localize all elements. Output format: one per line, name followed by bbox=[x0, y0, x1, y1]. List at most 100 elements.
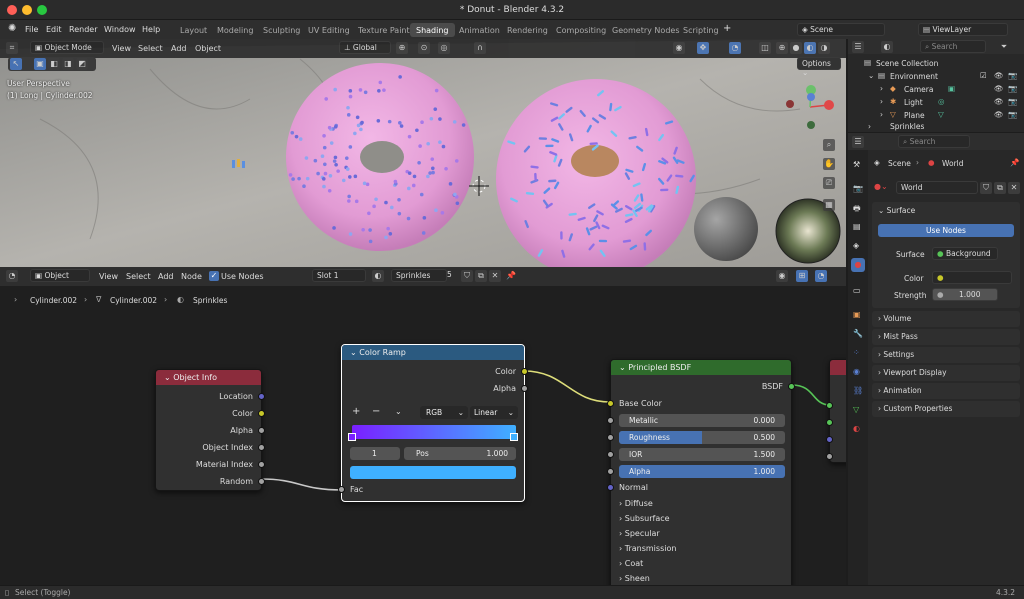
socket-surface[interactable] bbox=[826, 402, 833, 409]
blender-logo-icon[interactable]: ✺ bbox=[8, 23, 16, 34]
pivot-icon[interactable]: ⊕ bbox=[396, 42, 408, 54]
properties-editor[interactable]: ☰ ⌕ Search ⚒ 📷 🖶 ▤ ◈ ● ▭ ▣ 🔧 ⁘ ◉ ⛓ ▽ ◐ ◈… bbox=[848, 133, 1024, 585]
select-box-icon[interactable]: ↖ bbox=[10, 58, 22, 70]
panel-mist-pass[interactable]: › Mist Pass bbox=[872, 329, 1020, 345]
world-tab-icon[interactable]: ● bbox=[851, 258, 865, 272]
socket-fac[interactable] bbox=[338, 486, 345, 493]
interpolation-dropdown[interactable]: Linear ⌄ bbox=[470, 406, 518, 419]
use-nodes-checkbox[interactable]: ✓ bbox=[209, 271, 219, 281]
socket-alpha[interactable] bbox=[258, 427, 265, 434]
viewport-menu-view[interactable]: View bbox=[112, 44, 131, 53]
visibility-icon[interactable]: ◉ bbox=[673, 42, 685, 54]
tab-sculpting[interactable]: Sculpting bbox=[257, 23, 306, 37]
properties-search-input[interactable]: ⌕ Search bbox=[898, 135, 970, 148]
outliner-editor-icon[interactable]: ☰ bbox=[852, 41, 864, 53]
eye-icon[interactable]: 👁 bbox=[994, 97, 1004, 106]
outliner[interactable]: ☰ ◐ ⌕ Search ⏷ ▤ Scene Collection ⌄ ▤ Envir… bbox=[848, 39, 1024, 132]
world-unlink-icon[interactable]: ✕ bbox=[1008, 182, 1020, 194]
menu-render[interactable]: Render bbox=[69, 25, 97, 34]
fake-user-icon[interactable]: ⛉ bbox=[461, 270, 473, 282]
modifier-tab-icon[interactable]: 🔧 bbox=[853, 329, 863, 338]
object-tab-icon[interactable]: ▣ bbox=[853, 310, 861, 319]
shading-rendered-icon[interactable]: ◑ bbox=[818, 42, 830, 54]
chevron-down-icon[interactable]: ⌄ bbox=[395, 407, 402, 416]
eye-icon[interactable]: 👁 bbox=[994, 71, 1004, 80]
stop-color-swatch[interactable] bbox=[350, 466, 516, 479]
outliner-row-scene-collection[interactable]: ▤ Scene Collection bbox=[848, 57, 1024, 70]
properties-editor-icon[interactable]: ☰ bbox=[852, 136, 864, 148]
tab-geometry-nodes[interactable]: Geometry Nodes bbox=[606, 23, 685, 37]
chevron-down-icon[interactable]: ⌄ bbox=[868, 71, 874, 80]
camera-view-icon[interactable]: ⎚ bbox=[823, 177, 835, 189]
socket-volume[interactable] bbox=[826, 419, 833, 426]
socket-normal[interactable] bbox=[607, 484, 614, 491]
data-tab-icon[interactable]: ▽ bbox=[853, 405, 859, 414]
metallic-field[interactable]: Metallic 0.000 bbox=[619, 414, 785, 427]
socket-ior[interactable] bbox=[607, 451, 614, 458]
shading-wireframe-icon[interactable]: ⊕ bbox=[776, 42, 788, 54]
viewport-menu-object[interactable]: Object bbox=[195, 44, 221, 53]
ortho-grid-icon[interactable]: ▦ bbox=[823, 199, 835, 211]
tab-compositing[interactable]: Compositing bbox=[550, 23, 612, 37]
eye-icon[interactable]: 👁 bbox=[994, 84, 1004, 93]
socket-thickness[interactable] bbox=[826, 453, 833, 460]
view-layer-tab-icon[interactable]: ▤ bbox=[853, 222, 861, 231]
camera-render-icon[interactable]: 📷 bbox=[1008, 71, 1017, 80]
alpha-field[interactable]: Alpha 1.000 bbox=[619, 465, 785, 478]
tab-animation[interactable]: Animation bbox=[453, 23, 506, 37]
material-name-field[interactable]: Sprinkles bbox=[391, 269, 447, 282]
tab-texture-paint[interactable]: Texture Paint bbox=[352, 23, 416, 37]
chevron-right-icon[interactable]: › bbox=[880, 97, 883, 106]
node-editor-type-icon[interactable]: ◔ bbox=[6, 270, 18, 282]
outliner-row-environment[interactable]: ⌄ ▤ Environment ☑ 👁 📷 bbox=[848, 70, 1024, 83]
panel-custom-properties[interactable]: › Custom Properties bbox=[872, 401, 1020, 417]
world-duplicate-icon[interactable]: ⧉ bbox=[994, 182, 1006, 194]
viewport-menu-add[interactable]: Add bbox=[171, 44, 187, 53]
collapse-chevron-icon[interactable]: ⌄ bbox=[619, 363, 628, 372]
collapse-chevron-icon[interactable]: ⌄ bbox=[164, 373, 173, 382]
ramp-stop-right[interactable] bbox=[510, 433, 518, 441]
menu-window[interactable]: Window bbox=[104, 25, 136, 34]
menu-edit[interactable]: Edit bbox=[46, 25, 62, 34]
falloff-icon[interactable]: ∩ bbox=[474, 42, 486, 54]
subpanel-diffuse[interactable]: › Diffuse bbox=[619, 499, 653, 508]
outliner-row-light[interactable]: › ✱ Light ◎ 👁 📷 bbox=[848, 96, 1024, 109]
shading-solid-icon[interactable]: ● bbox=[790, 42, 802, 54]
tab-layout[interactable]: Layout bbox=[174, 23, 213, 37]
select-new-icon[interactable]: ▣ bbox=[34, 58, 46, 70]
socket-metallic[interactable] bbox=[607, 417, 614, 424]
surface-shader-field[interactable]: ● Background bbox=[932, 247, 998, 260]
select-subtract-icon[interactable]: ◨ bbox=[62, 58, 74, 70]
constraints-tab-icon[interactable]: ⛓ bbox=[853, 386, 863, 395]
scene-tab-icon[interactable]: ◈ bbox=[853, 241, 859, 250]
output-tab-icon[interactable]: 🖶 bbox=[853, 203, 861, 217]
surface-panel-header[interactable]: ⌄ Surface bbox=[878, 206, 915, 215]
socket-displacement[interactable] bbox=[826, 436, 833, 443]
proportional-edit-icon[interactable]: ◎ bbox=[438, 42, 450, 54]
eye-icon[interactable]: 👁 bbox=[994, 110, 1004, 119]
outliner-search-input[interactable]: ⌕ Search bbox=[920, 40, 986, 53]
socket-object-index[interactable] bbox=[258, 444, 265, 451]
add-stop-icon[interactable]: + bbox=[352, 406, 360, 417]
collapse-chevron-icon[interactable]: ⌄ bbox=[350, 348, 359, 357]
pan-hand-icon[interactable]: ✋ bbox=[823, 158, 835, 170]
strength-field[interactable]: ● 1.000 bbox=[932, 288, 998, 301]
principled-bsdf-node[interactable]: ⌄ Principled BSDF BSDF Base Color Metall… bbox=[607, 359, 795, 585]
panel-settings[interactable]: › Settings bbox=[872, 347, 1020, 363]
duplicate-material-icon[interactable]: ⧉ bbox=[475, 270, 487, 282]
background-color-field[interactable]: ● bbox=[932, 271, 1012, 284]
scene-selector[interactable]: ◈ Scene bbox=[797, 23, 885, 36]
tool-tab-icon[interactable]: ⚒ bbox=[853, 160, 860, 169]
select-intersect-icon[interactable]: ◩ bbox=[76, 58, 88, 70]
render-tab-icon[interactable]: 📷 bbox=[853, 184, 863, 193]
physics-tab-icon[interactable]: ◉ bbox=[853, 367, 860, 376]
shader-node-editor[interactable]: ◔ ▣ Object View Select Add Node ✓ Use No… bbox=[0, 267, 846, 585]
unlink-material-icon[interactable]: ✕ bbox=[489, 270, 501, 282]
menu-help[interactable]: Help bbox=[142, 25, 160, 34]
ramp-stop-left[interactable] bbox=[348, 433, 356, 441]
world-browse-icon[interactable]: ●⌄ bbox=[874, 182, 888, 191]
transform-orientation[interactable]: ⊥ Global bbox=[339, 41, 391, 54]
remove-stop-icon[interactable]: − bbox=[372, 406, 380, 417]
outliner-row-sprinkles[interactable]: › Sprinkles bbox=[848, 122, 1024, 132]
socket-ramp-alpha[interactable] bbox=[521, 385, 528, 392]
